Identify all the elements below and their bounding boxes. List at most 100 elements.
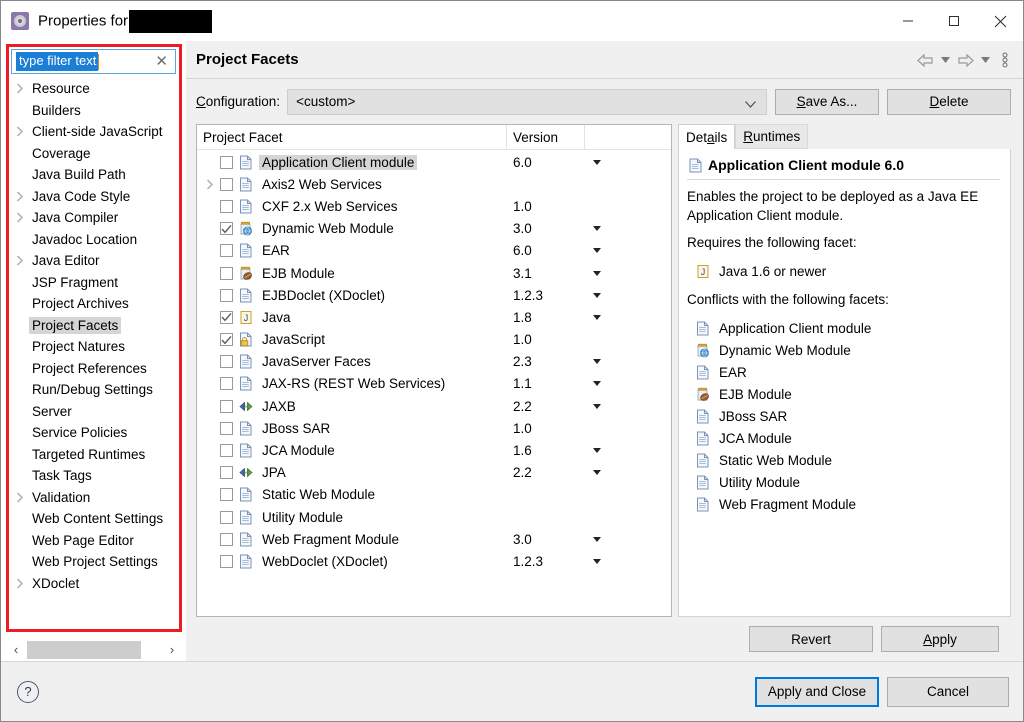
facet-name-cell[interactable]: JAXB <box>197 399 507 414</box>
tab-runtimes[interactable]: Runtimes <box>735 124 809 149</box>
version-dropdown-icon[interactable] <box>585 403 671 409</box>
version-dropdown-icon[interactable] <box>585 470 671 476</box>
facet-checkbox[interactable] <box>220 444 233 458</box>
facet-name-cell[interactable]: JPA <box>197 465 507 480</box>
chevron-right-icon[interactable] <box>10 212 29 223</box>
help-icon[interactable]: ? <box>17 680 39 703</box>
clear-filter-icon[interactable]: ✕ <box>155 53 168 71</box>
facet-name-cell[interactable]: CXF 2.x Web Services <box>197 199 507 214</box>
table-row[interactable]: Web Fragment Module 3.0 <box>197 528 671 550</box>
sidebar-item-service-policies[interactable]: Service Policies <box>10 422 186 444</box>
table-row[interactable]: Dynamic Web Module 3.0 <box>197 218 671 240</box>
cancel-button[interactable]: Cancel <box>887 676 1009 707</box>
sidebar-item-jsp-fragment[interactable]: JSP Fragment <box>10 272 186 294</box>
facet-name-cell[interactable]: JBoss SAR <box>197 421 507 436</box>
facet-name-cell[interactable]: JCA Module <box>197 443 507 458</box>
table-row[interactable]: Axis2 Web Services <box>197 173 671 195</box>
table-row[interactable]: JavaScript 1.0 <box>197 329 671 351</box>
table-row[interactable]: EAR 6.0 <box>197 240 671 262</box>
search-input[interactable]: type filter text ✕ <box>11 49 176 74</box>
table-row[interactable]: JAX-RS (REST Web Services) 1.1 <box>197 373 671 395</box>
facet-name-cell[interactable]: Static Web Module <box>197 487 507 502</box>
sidebar-item-xdoclet[interactable]: XDoclet <box>10 573 186 595</box>
chevron-right-icon[interactable] <box>10 578 29 589</box>
version-dropdown-icon[interactable] <box>585 381 671 387</box>
sidebar-item-javadoc-location[interactable]: Javadoc Location <box>10 229 186 251</box>
facet-name-cell[interactable]: Dynamic Web Module <box>197 221 507 236</box>
sidebar-item-project-facets[interactable]: Project Facets <box>10 315 186 337</box>
sidebar-item-web-project-settings[interactable]: Web Project Settings <box>10 551 186 573</box>
version-dropdown-icon[interactable] <box>585 270 671 276</box>
facet-checkbox[interactable] <box>220 199 233 213</box>
view-menu-icon[interactable] <box>995 50 1015 70</box>
sidebar-item-java-code-style[interactable]: Java Code Style <box>10 186 186 208</box>
facet-table-body[interactable]: Application Client module 6.0 Axis2 Web Se… <box>197 150 671 616</box>
minimize-button[interactable] <box>885 1 931 41</box>
facet-checkbox[interactable] <box>220 155 233 169</box>
sidebar-item-web-content-settings[interactable]: Web Content Settings <box>10 508 186 530</box>
chevron-right-icon[interactable] <box>10 492 29 503</box>
facet-name-cell[interactable]: EJB Module <box>197 266 507 281</box>
nav-horizontal-scrollbar[interactable]: ‹ › <box>1 637 186 661</box>
table-row[interactable]: JavaServer Faces 2.3 <box>197 351 671 373</box>
sidebar-item-java-editor[interactable]: Java Editor <box>10 250 186 272</box>
apply-button[interactable]: Apply <box>881 626 999 652</box>
settings-tree[interactable]: Resource Builders Client-side JavaScript Co… <box>1 78 186 637</box>
details-tab-bar[interactable]: Det a ils Runtimes <box>678 124 1011 149</box>
scroll-right-icon[interactable]: › <box>161 641 183 659</box>
sidebar-item-client-side-javascript[interactable]: Client-side JavaScript <box>10 121 186 143</box>
facet-checkbox[interactable] <box>220 355 233 369</box>
facet-checkbox[interactable] <box>220 532 233 546</box>
column-header-facet[interactable]: Project Facet <box>197 124 507 150</box>
table-row[interactable]: WebDoclet (XDoclet) 1.2.3 <box>197 550 671 572</box>
version-dropdown-icon[interactable] <box>585 314 671 320</box>
table-row[interactable]: EJBDoclet (XDoclet) 1.2.3 <box>197 284 671 306</box>
facet-checkbox[interactable] <box>220 244 233 258</box>
chevron-right-icon[interactable] <box>10 191 29 202</box>
version-dropdown-icon[interactable] <box>585 558 671 564</box>
table-row[interactable]: Static Web Module <box>197 484 671 506</box>
version-dropdown-icon[interactable] <box>585 292 671 298</box>
version-dropdown-icon[interactable] <box>585 159 671 165</box>
table-row[interactable]: J Java 1.8 <box>197 306 671 328</box>
facet-checkbox[interactable] <box>220 310 233 324</box>
sidebar-item-java-build-path[interactable]: Java Build Path <box>10 164 186 186</box>
facet-name-cell[interactable]: JavaServer Faces <box>197 354 507 369</box>
tab-details[interactable]: Det a ils <box>678 124 736 149</box>
table-row[interactable]: JCA Module 1.6 <box>197 439 671 461</box>
sidebar-item-resource[interactable]: Resource <box>10 78 186 100</box>
table-row[interactable]: Application Client module 6.0 <box>197 151 671 173</box>
revert-button[interactable]: Revert <box>749 626 873 652</box>
table-row[interactable]: JAXB 2.2 <box>197 395 671 417</box>
table-row[interactable]: CXF 2.x Web Services 1.0 <box>197 195 671 217</box>
version-dropdown-icon[interactable] <box>585 448 671 454</box>
back-menu-chevron-down-icon[interactable] <box>938 50 952 70</box>
facet-name-cell[interactable]: Axis2 Web Services <box>197 177 507 192</box>
facet-checkbox[interactable] <box>220 333 233 347</box>
table-row[interactable]: JBoss SAR 1.0 <box>197 417 671 439</box>
forward-menu-chevron-down-icon[interactable] <box>978 50 992 70</box>
chevron-right-icon[interactable] <box>10 83 29 94</box>
sidebar-item-server[interactable]: Server <box>10 401 186 423</box>
facet-checkbox[interactable] <box>220 554 233 568</box>
table-row[interactable]: Utility Module <box>197 506 671 528</box>
facet-table[interactable]: Project Facet Version Application Client… <box>196 124 672 617</box>
facet-name-cell[interactable]: EAR <box>197 243 507 258</box>
close-button[interactable] <box>977 1 1023 41</box>
forward-arrow-icon[interactable] <box>955 50 975 70</box>
sidebar-item-builders[interactable]: Builders <box>10 100 186 122</box>
facet-checkbox[interactable] <box>220 266 233 280</box>
scrollbar-track[interactable] <box>27 640 161 659</box>
table-row[interactable]: JPA 2.2 <box>197 462 671 484</box>
chevron-right-icon[interactable] <box>10 255 29 266</box>
table-row[interactable]: EJB Module 3.1 <box>197 262 671 284</box>
column-header-version[interactable]: Version <box>507 124 585 150</box>
facet-name-cell[interactable]: JavaScript <box>197 332 507 347</box>
configuration-select[interactable]: <custom> <box>287 88 767 115</box>
chevron-right-icon[interactable] <box>203 179 217 190</box>
facet-name-cell[interactable]: Application Client module <box>197 154 507 170</box>
delete-button[interactable]: Delete <box>887 88 1011 115</box>
scroll-left-icon[interactable]: ‹ <box>5 641 27 659</box>
sidebar-item-java-compiler[interactable]: Java Compiler <box>10 207 186 229</box>
facet-checkbox[interactable] <box>220 399 233 413</box>
